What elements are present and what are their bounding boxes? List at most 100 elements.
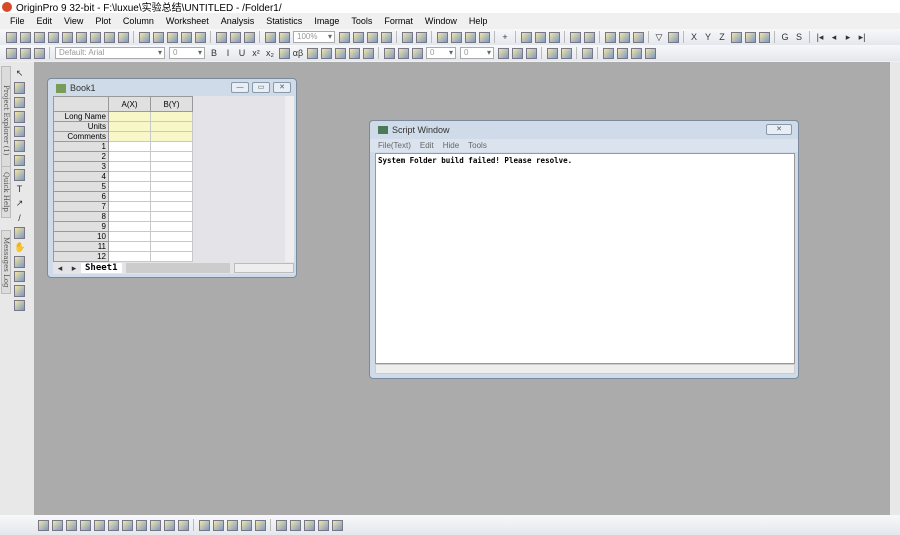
copy-format-icon[interactable] (602, 47, 614, 59)
sort-icon[interactable] (548, 31, 560, 43)
corner-cell[interactable] (53, 96, 109, 112)
results-log-icon[interactable] (401, 31, 413, 43)
cell[interactable] (150, 191, 193, 202)
open-excel-icon[interactable] (166, 31, 178, 43)
tab-quick-help[interactable]: Quick Help (1, 166, 11, 218)
table-icon[interactable] (525, 47, 537, 59)
row-number[interactable]: 4 (53, 171, 109, 182)
next-icon[interactable]: ▸ (843, 32, 854, 43)
menu-tools[interactable]: Tools (351, 16, 372, 26)
add-column-icon[interactable]: + (500, 32, 511, 43)
message-log-icon[interactable] (478, 31, 490, 43)
import-ascii-icon[interactable] (215, 31, 227, 43)
merge-cells-icon[interactable] (546, 47, 558, 59)
copy-icon[interactable] (19, 47, 31, 59)
menu-column[interactable]: Column (123, 16, 154, 26)
recalculate-icon[interactable] (264, 31, 276, 43)
last-icon[interactable]: ▸| (857, 32, 868, 43)
cell[interactable] (108, 121, 151, 132)
italic-icon[interactable]: I (223, 48, 234, 59)
font-combo[interactable]: Default: Arial (55, 47, 165, 59)
open-template-icon[interactable] (152, 31, 164, 43)
rectangle-tool-icon[interactable] (14, 227, 25, 239)
underline-icon[interactable]: U (237, 48, 248, 59)
disregard-icon[interactable] (758, 31, 770, 43)
horizontal-scrollbar[interactable] (234, 263, 294, 273)
pattern-icon[interactable] (397, 47, 409, 59)
align-bottom-icon[interactable] (317, 519, 329, 531)
cell[interactable] (150, 221, 193, 232)
new-function-plot-icon[interactable] (117, 31, 129, 43)
cell[interactable] (108, 131, 151, 142)
cell[interactable] (150, 151, 193, 162)
menu-format[interactable]: Format (384, 16, 413, 26)
merge-icon[interactable] (212, 519, 224, 531)
unmerge-icon[interactable] (560, 47, 572, 59)
script-window[interactable]: Script Window ✕ File(Text) Edit Hide Too… (369, 120, 799, 379)
text-tool-icon[interactable]: T (14, 184, 25, 196)
supersubscript-icon[interactable] (278, 47, 290, 59)
cell[interactable] (150, 171, 193, 182)
row-number[interactable]: 11 (53, 241, 109, 252)
menu-worksheet[interactable]: Worksheet (166, 16, 209, 26)
scatter-icon[interactable] (51, 519, 63, 531)
row-number[interactable]: 7 (53, 201, 109, 212)
pointer-icon[interactable]: ↖ (14, 68, 25, 80)
polar-icon[interactable] (149, 519, 161, 531)
fill-color-icon[interactable] (383, 47, 395, 59)
line-color-icon[interactable] (411, 47, 423, 59)
column-chart-icon[interactable] (618, 31, 630, 43)
cell[interactable] (108, 251, 151, 262)
cell[interactable] (108, 231, 151, 242)
cell[interactable] (108, 171, 151, 182)
cell[interactable] (150, 111, 193, 122)
column-stats-icon[interactable] (569, 31, 581, 43)
subgroup-icon[interactable]: S (794, 32, 805, 43)
statistics-icon[interactable] (534, 31, 546, 43)
box-plot-icon[interactable] (93, 519, 105, 531)
set-label-icon[interactable] (744, 31, 756, 43)
row-number[interactable]: 5 (53, 181, 109, 192)
command-window-icon[interactable] (464, 31, 476, 43)
row-number[interactable]: 9 (53, 221, 109, 232)
save-theme-icon[interactable] (644, 47, 656, 59)
draw-data-icon[interactable] (14, 169, 25, 181)
increase-font-icon[interactable] (306, 47, 318, 59)
font-size-combo[interactable]: 0 (169, 47, 205, 59)
clear-filter-icon[interactable] (667, 31, 679, 43)
subscript-icon[interactable]: x₂ (265, 48, 276, 59)
import-multiple-icon[interactable] (229, 31, 241, 43)
cut-icon[interactable] (5, 47, 17, 59)
cell[interactable] (108, 211, 151, 222)
cell[interactable] (108, 201, 151, 212)
align-left-icon[interactable] (275, 519, 287, 531)
cell[interactable] (150, 141, 193, 152)
open-icon[interactable] (138, 31, 150, 43)
template-icon[interactable] (177, 519, 189, 531)
script-menu-file[interactable]: File(Text) (378, 141, 411, 150)
border-icon[interactable] (511, 47, 523, 59)
tab-messages-log[interactable]: Messages Log (1, 230, 11, 294)
script-menu-hide[interactable]: Hide (443, 141, 459, 150)
align-top-icon[interactable] (303, 519, 315, 531)
hand-icon[interactable]: ✋ (14, 242, 25, 254)
sheet-prev-icon[interactable]: ◂ (55, 263, 66, 274)
font-color-icon[interactable] (362, 47, 374, 59)
import-wizard-icon[interactable] (243, 31, 255, 43)
horizontal-scrollbar[interactable] (375, 364, 795, 374)
row-number[interactable]: 3 (53, 161, 109, 172)
pattern-fill-icon[interactable] (497, 47, 509, 59)
menu-help[interactable]: Help (469, 16, 488, 26)
menu-analysis[interactable]: Analysis (221, 16, 255, 26)
menu-statistics[interactable]: Statistics (266, 16, 302, 26)
close-button[interactable]: ✕ (273, 82, 291, 93)
align-right-icon[interactable] (289, 519, 301, 531)
export-graph-icon[interactable] (352, 31, 364, 43)
set-z-icon[interactable]: Z (717, 32, 728, 43)
cell[interactable] (150, 181, 193, 192)
print-icon[interactable] (338, 31, 350, 43)
bold-icon[interactable]: B (209, 48, 220, 59)
pattern-size-combo[interactable]: 0 (460, 47, 494, 59)
layer-icon[interactable] (198, 519, 210, 531)
column-header[interactable]: A(X) (108, 96, 151, 112)
